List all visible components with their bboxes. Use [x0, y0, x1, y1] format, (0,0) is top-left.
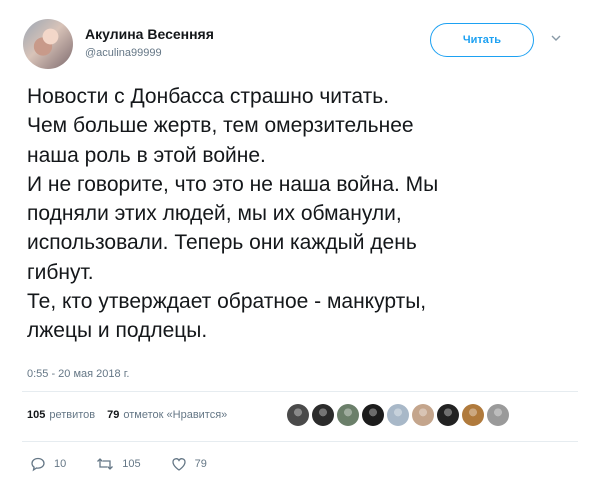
- reply-button[interactable]: 10: [30, 456, 66, 472]
- chevron-down-icon[interactable]: [550, 32, 562, 44]
- heart-icon: [171, 458, 186, 471]
- tweet-text: Новости с Донбасса страшно читать. Чем б…: [27, 82, 567, 346]
- like-button[interactable]: 79: [171, 456, 207, 472]
- tweet-header: Акулина Весенняя @aculina99999 Читать: [23, 19, 583, 69]
- like-count: 79: [194, 458, 207, 470]
- reply-icon: [31, 457, 45, 472]
- liker-avatar-icon[interactable]: [387, 404, 409, 426]
- tweet-stats: 105 ретвитов 79 отметок «Нравится»: [27, 409, 227, 421]
- liker-avatar-icon[interactable]: [337, 404, 359, 426]
- retweets-label[interactable]: ретвитов: [49, 409, 95, 421]
- author-avatar[interactable]: [23, 19, 73, 69]
- divider: [22, 441, 578, 442]
- tweet-line: И не говорите, что это не наша война. Мы: [27, 172, 439, 196]
- retweet-icon: [97, 458, 114, 470]
- divider: [22, 391, 578, 392]
- liker-avatar-icon[interactable]: [487, 404, 509, 426]
- author-name[interactable]: Акулина Весенняя: [85, 26, 214, 42]
- liker-avatar-icon[interactable]: [287, 404, 309, 426]
- retweet-button[interactable]: 105: [96, 456, 141, 472]
- tweet-line: подняли этих людей, мы их обманули,: [27, 202, 402, 226]
- liker-avatar-icon[interactable]: [362, 404, 384, 426]
- tweet-line: Новости с Донбасса страшно читать.: [27, 85, 390, 108]
- liker-avatars: [287, 404, 512, 426]
- retweet-count: 105: [122, 458, 141, 470]
- tweet-actions: 10 105 79: [30, 456, 237, 472]
- liker-avatar-icon[interactable]: [437, 404, 459, 426]
- tweet-timestamp[interactable]: 0:55 - 20 мая 2018 г.: [27, 368, 129, 380]
- liker-avatar-icon[interactable]: [462, 404, 484, 426]
- author-handle[interactable]: @aculina99999: [85, 47, 162, 59]
- liker-avatar-icon[interactable]: [312, 404, 334, 426]
- tweet-line: использовали. Теперь они каждый день: [27, 231, 417, 255]
- follow-button[interactable]: Читать: [430, 23, 534, 57]
- liker-avatar-icon[interactable]: [412, 404, 434, 426]
- retweets-count[interactable]: 105: [27, 409, 45, 421]
- tweet-line: лжецы и подлецы.: [27, 319, 208, 343]
- tweet-line: Чем больше жертв, тем омерзительнее: [27, 114, 414, 138]
- likes-count[interactable]: 79: [107, 409, 119, 421]
- likes-label[interactable]: отметок «Нравится»: [123, 409, 227, 421]
- tweet-line: наша роль в этой войне.: [27, 143, 266, 167]
- tweet-line: Те, кто утверждает обратное - манкурты,: [27, 290, 427, 314]
- tweet-line: гибнут.: [27, 260, 94, 284]
- reply-count: 10: [54, 458, 67, 470]
